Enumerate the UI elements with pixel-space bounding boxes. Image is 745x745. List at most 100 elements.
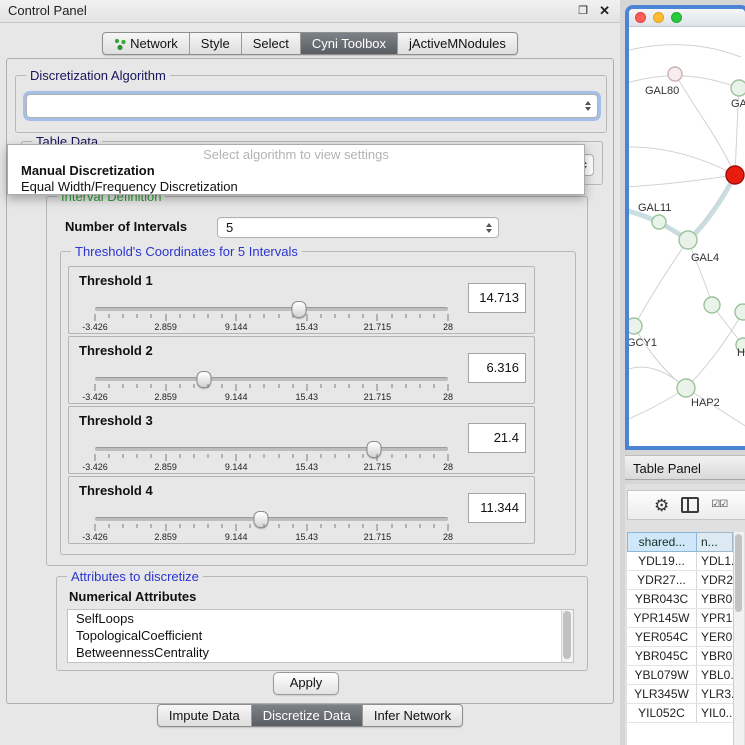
slider-track[interactable] [95, 517, 448, 521]
algorithm-option[interactable]: Equal Width/Frequency Discretization [8, 179, 584, 195]
table-scrollbar[interactable] [733, 532, 744, 745]
table-row[interactable]: YIL052CYIL0... [627, 704, 733, 723]
table-cell[interactable]: YBR045C [627, 647, 697, 665]
column-header[interactable]: shared... [627, 532, 697, 552]
network-edge[interactable] [675, 74, 735, 175]
table-cell[interactable]: YBR0... [697, 647, 733, 665]
table-row[interactable]: YER054CYER0... [627, 628, 733, 647]
tab-style[interactable]: Style [189, 33, 241, 54]
table-cell[interactable]: YLR3... [697, 685, 733, 703]
network-node[interactable] [652, 215, 666, 229]
slider-tick-labels: -3.4262.8599.14415.4321.71528 [95, 322, 448, 332]
table-row[interactable]: YLR345WYLR3... [627, 685, 733, 704]
table-cell[interactable]: YBL079W [627, 666, 697, 684]
table-cell[interactable]: YIL052C [627, 704, 697, 722]
network-edge[interactable] [634, 326, 686, 388]
network-node[interactable] [629, 318, 642, 334]
network-edge[interactable] [629, 175, 735, 187]
network-edge[interactable] [688, 175, 735, 240]
threshold-value-field[interactable]: 21.4 [468, 423, 526, 453]
threshold-value-field[interactable]: 11.344 [468, 493, 526, 523]
column-header[interactable]: n... [697, 532, 733, 552]
group-title: Attributes to discretize [67, 569, 203, 584]
network-canvas[interactable]: GAL80GAGAL11GAL4GCY1HAP2H [629, 27, 745, 431]
node-label: GAL80 [645, 85, 679, 97]
table-panel-titlebar[interactable]: Table Panel [625, 455, 745, 480]
table-row[interactable]: YBR045CYBR0... [627, 647, 733, 666]
table-row[interactable]: YPR145WYPR1... [627, 609, 733, 628]
threshold-value-field[interactable]: 14.713 [468, 283, 526, 313]
network-node[interactable] [677, 379, 695, 397]
minimize-traffic-light-icon[interactable] [653, 12, 664, 23]
network-node[interactable] [731, 80, 745, 96]
tick-label: 9.144 [225, 392, 248, 402]
number-of-intervals-combobox[interactable]: 5 [217, 217, 499, 238]
gear-icon[interactable]: ⚙ [654, 497, 669, 514]
close-icon[interactable]: ✕ [599, 0, 610, 22]
network-edge[interactable] [686, 312, 743, 388]
tick-mark [306, 384, 307, 391]
apply-button[interactable]: Apply [273, 672, 339, 695]
stepper-icon[interactable] [581, 95, 595, 117]
network-node[interactable] [679, 231, 697, 249]
tab-infer-network[interactable]: Infer Network [362, 705, 462, 726]
attribute-item[interactable]: BetweennessCentrality [68, 644, 573, 661]
slider-track[interactable] [95, 377, 448, 381]
stepper-icon[interactable] [482, 218, 496, 237]
table-cell[interactable]: YPR145W [627, 609, 697, 627]
tab-discretize-data[interactable]: Discretize Data [251, 705, 362, 726]
tab-network[interactable]: Network [103, 33, 189, 54]
scrollbar-thumb[interactable] [563, 611, 571, 659]
table-cell[interactable]: YBR043C [627, 590, 697, 608]
slider-track[interactable] [95, 307, 448, 311]
tab-select[interactable]: Select [241, 33, 300, 54]
network-edge[interactable] [688, 240, 712, 305]
tick-mark [179, 454, 180, 458]
network-edge[interactable] [629, 45, 741, 57]
algorithm-combobox[interactable] [26, 94, 598, 118]
tick-mark [123, 454, 124, 458]
close-traffic-light-icon[interactable] [635, 12, 646, 23]
select-columns-icon[interactable]: ☑☑ [711, 500, 727, 510]
table-cell[interactable]: YPR1... [697, 609, 733, 627]
table-row[interactable]: YBL079WYBL0... [627, 666, 733, 685]
list-scrollbar[interactable] [561, 610, 573, 662]
tab-label: Style [201, 33, 230, 54]
numerical-attributes-list[interactable]: SelfLoopsTopologicalCoefficientBetweenne… [67, 609, 574, 663]
table-cell[interactable]: YER054C [627, 628, 697, 646]
network-node-selected[interactable] [726, 166, 744, 184]
table-row[interactable]: YDR27...YDR2... [627, 571, 733, 590]
network-edge[interactable] [629, 388, 686, 422]
zoom-traffic-light-icon[interactable] [671, 12, 682, 23]
table-cell[interactable]: YER0... [697, 628, 733, 646]
network-node[interactable] [704, 297, 720, 313]
table-cell[interactable]: YLR345W [627, 685, 697, 703]
table-cell[interactable]: YDL1... [697, 552, 733, 570]
table-row[interactable]: YDL19...YDL1... [627, 552, 733, 571]
table-cell[interactable]: YBR0... [697, 590, 733, 608]
scrollbar-thumb[interactable] [735, 534, 742, 612]
tick-mark [448, 384, 449, 391]
table-row[interactable]: YBR043CYBR0... [627, 590, 733, 609]
table-cell[interactable]: YIL0... [697, 704, 733, 722]
network-edge[interactable] [629, 147, 735, 175]
tab-impute-data[interactable]: Impute Data [158, 705, 251, 726]
attribute-item[interactable]: SelfLoops [68, 610, 573, 627]
table-cell[interactable]: YDR2... [697, 571, 733, 589]
tick-label: 28 [443, 392, 453, 402]
columns-icon[interactable] [681, 497, 699, 513]
table-cell[interactable]: YBL0... [697, 666, 733, 684]
network-edge[interactable] [634, 240, 688, 326]
float-window-icon[interactable]: ❐ [578, 0, 588, 22]
table-cell[interactable]: YDR27... [627, 571, 697, 589]
attribute-item[interactable]: TopologicalCoefficient [68, 627, 573, 644]
threshold-value-field[interactable]: 6.316 [468, 353, 526, 383]
tab-cyni-toolbox[interactable]: Cyni Toolbox [300, 33, 397, 54]
slider-track[interactable] [95, 447, 448, 451]
table-cell[interactable]: YDL19... [627, 552, 697, 570]
network-node[interactable] [668, 67, 682, 81]
algorithm-option[interactable]: Manual Discretization [8, 163, 584, 179]
network-node[interactable] [735, 304, 745, 320]
tick-mark [349, 384, 350, 388]
tab-jactivemnodules[interactable]: jActiveMNodules [397, 33, 517, 54]
